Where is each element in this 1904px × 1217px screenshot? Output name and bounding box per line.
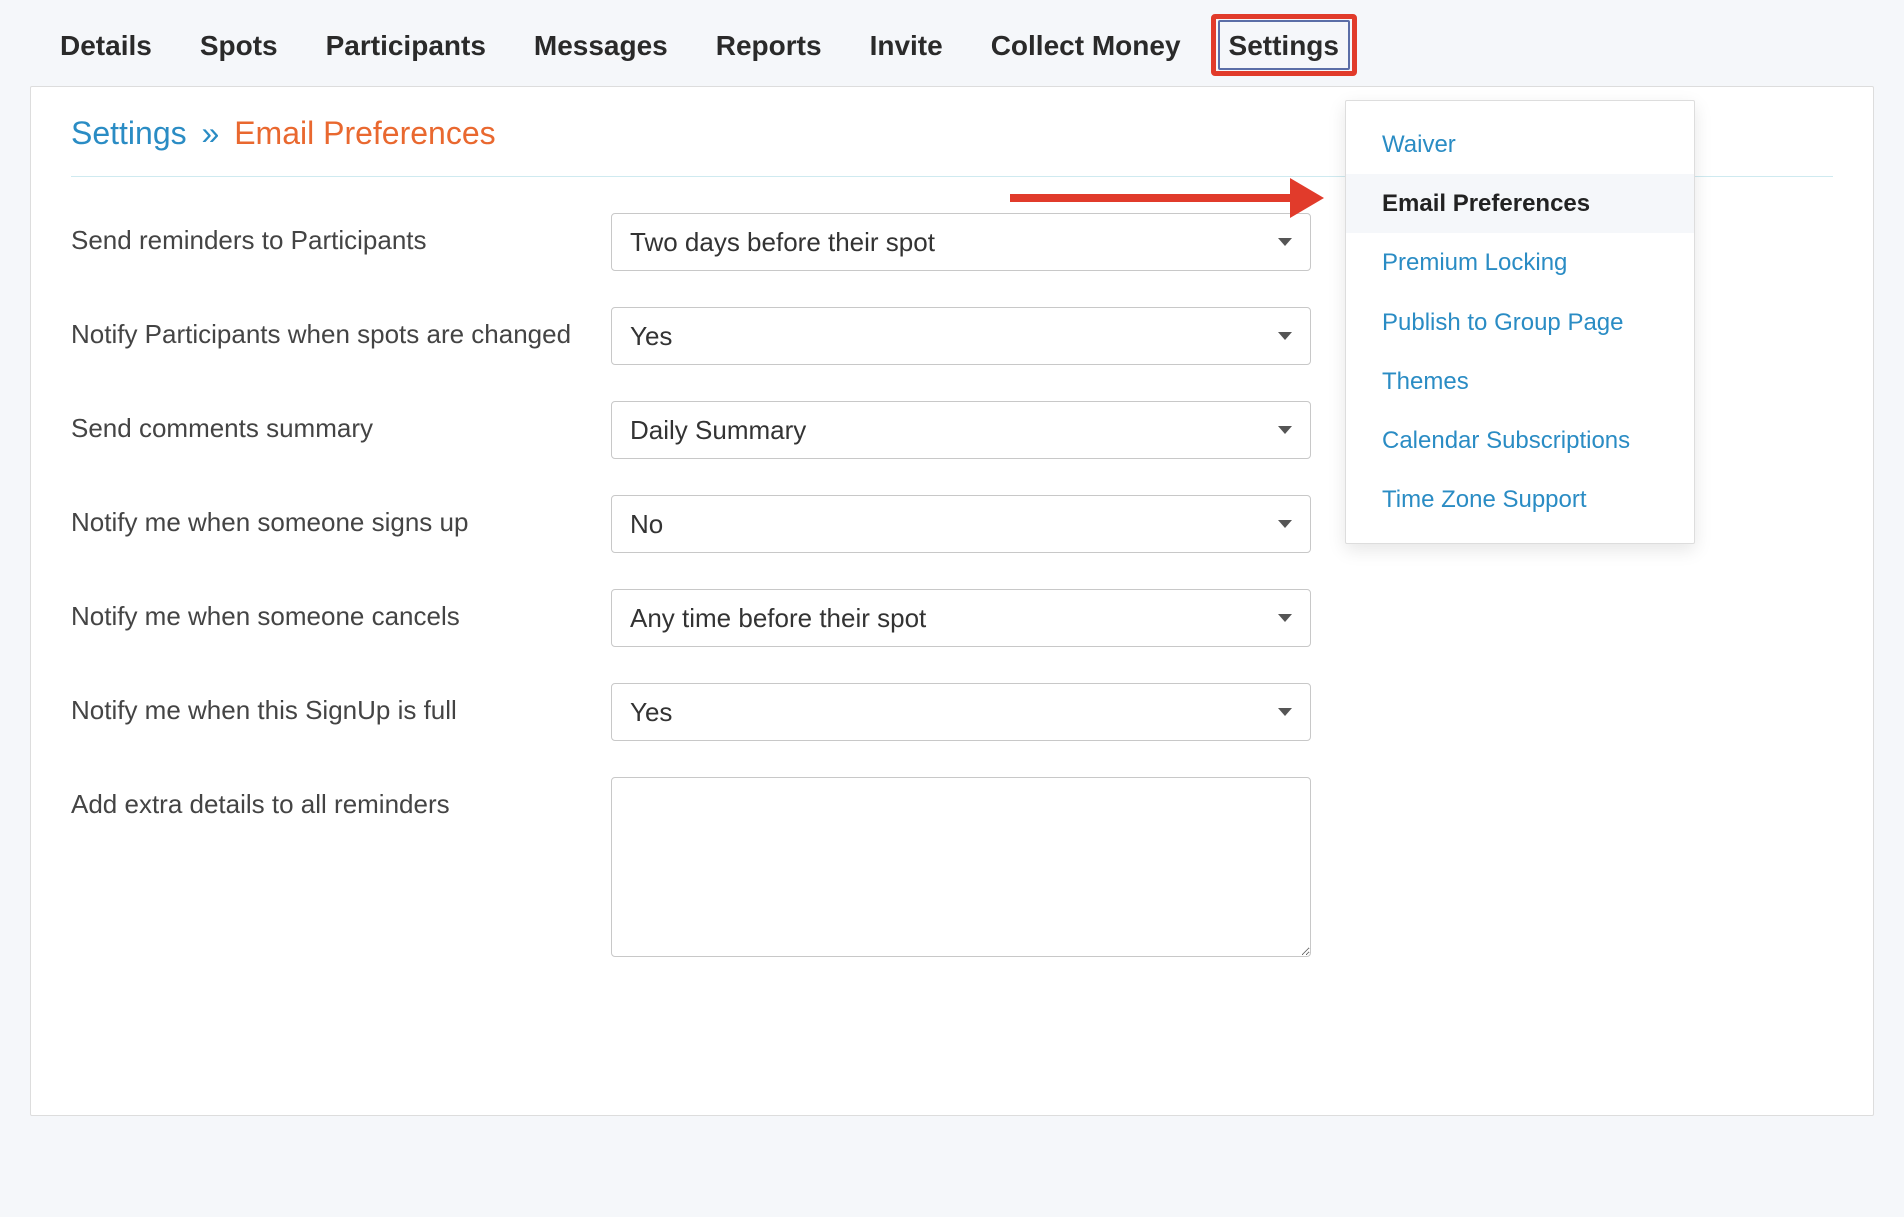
tab-participants[interactable]: Participants (326, 30, 486, 62)
menu-themes[interactable]: Themes (1346, 352, 1694, 411)
chevron-down-icon (1278, 708, 1292, 716)
label-notify-changes: Notify Participants when spots are chang… (71, 307, 611, 352)
chevron-down-icon (1278, 520, 1292, 528)
row-notify-full: Notify me when this SignUp is full Yes (71, 683, 1833, 741)
select-comments-summary[interactable]: Daily Summary (611, 401, 1311, 459)
label-notify-signup: Notify me when someone signs up (71, 495, 611, 540)
row-notify-cancel: Notify me when someone cancels Any time … (71, 589, 1833, 647)
select-send-reminders-value: Two days before their spot (630, 227, 935, 258)
label-send-reminders: Send reminders to Participants (71, 213, 611, 258)
breadcrumb-current: Email Preferences (234, 115, 495, 151)
select-notify-changes[interactable]: Yes (611, 307, 1311, 365)
menu-premium-locking[interactable]: Premium Locking (1346, 233, 1694, 292)
tab-settings[interactable]: Settings (1229, 30, 1339, 62)
chevron-down-icon (1278, 238, 1292, 246)
menu-email-preferences[interactable]: Email Preferences (1346, 174, 1694, 233)
breadcrumb-root[interactable]: Settings (71, 115, 187, 151)
menu-waiver[interactable]: Waiver (1346, 115, 1694, 174)
select-notify-full-value: Yes (630, 697, 672, 728)
select-notify-signup[interactable]: No (611, 495, 1311, 553)
breadcrumb-separator: » (196, 115, 226, 151)
chevron-down-icon (1278, 332, 1292, 340)
chevron-down-icon (1278, 614, 1292, 622)
label-notify-cancel: Notify me when someone cancels (71, 589, 611, 634)
row-extra-details: Add extra details to all reminders (71, 777, 1833, 962)
tab-settings-label: Settings (1229, 30, 1339, 61)
select-notify-signup-value: No (630, 509, 663, 540)
tab-invite[interactable]: Invite (870, 30, 943, 62)
menu-calendar-subscriptions[interactable]: Calendar Subscriptions (1346, 411, 1694, 470)
tab-messages[interactable]: Messages (534, 30, 668, 62)
select-notify-changes-value: Yes (630, 321, 672, 352)
menu-publish-group-page[interactable]: Publish to Group Page (1346, 293, 1694, 352)
select-notify-cancel[interactable]: Any time before their spot (611, 589, 1311, 647)
main-tabs: Details Spots Participants Messages Repo… (0, 30, 1904, 86)
tab-spots[interactable]: Spots (200, 30, 278, 62)
chevron-down-icon (1278, 426, 1292, 434)
textarea-extra-details[interactable] (611, 777, 1311, 957)
settings-dropdown-menu: Waiver Email Preferences Premium Locking… (1345, 100, 1695, 544)
tab-collect-money[interactable]: Collect Money (991, 30, 1181, 62)
select-comments-summary-value: Daily Summary (630, 415, 806, 446)
select-notify-cancel-value: Any time before their spot (630, 603, 926, 634)
label-comments-summary: Send comments summary (71, 401, 611, 446)
menu-time-zone-support[interactable]: Time Zone Support (1346, 470, 1694, 529)
select-notify-full[interactable]: Yes (611, 683, 1311, 741)
tab-details[interactable]: Details (60, 30, 152, 62)
label-extra-details: Add extra details to all reminders (71, 777, 611, 822)
tab-reports[interactable]: Reports (716, 30, 822, 62)
label-notify-full: Notify me when this SignUp is full (71, 683, 611, 728)
select-send-reminders[interactable]: Two days before their spot (611, 213, 1311, 271)
